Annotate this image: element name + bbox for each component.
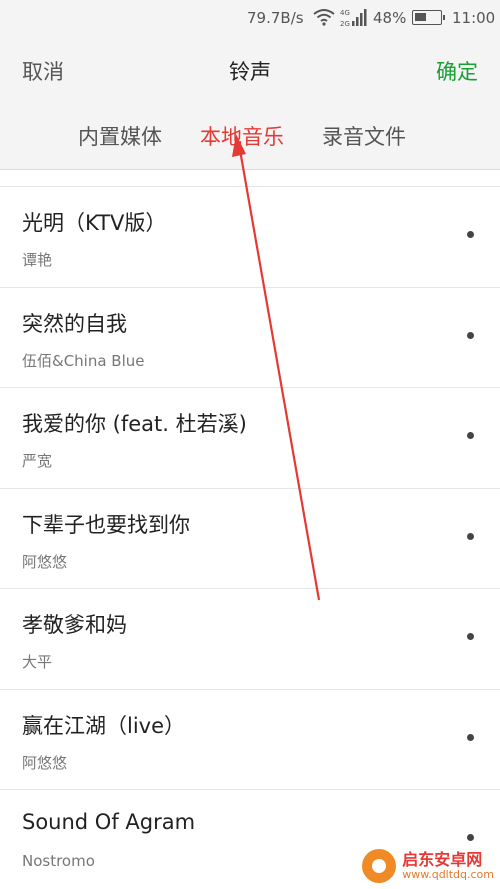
song-title: 赢在江湖（live） [22, 713, 186, 738]
watermark-url: www.qdltdq.com [402, 867, 494, 881]
list-item[interactable]: 突然的自我 伍佰&China Blue [0, 288, 500, 388]
song-artist: 严宽 [22, 452, 53, 470]
more-options-icon[interactable] [467, 231, 474, 238]
list-item[interactable]: 孝敬爹和妈 大平 [0, 589, 500, 690]
clock: 11:00 [452, 9, 496, 27]
battery-icon [412, 10, 445, 25]
watermark-logo-icon [362, 849, 397, 883]
song-list: 光明（KTV版） 谭艳 突然的自我 伍佰&China Blue 我爱的你 (fe… [0, 186, 500, 889]
more-options-icon[interactable] [467, 633, 474, 640]
song-artist: Nostromo [22, 852, 95, 870]
song-title: 下辈子也要找到你 [22, 512, 190, 537]
tab-built-in-media[interactable]: 内置媒体 [78, 121, 162, 151]
battery-fill [415, 13, 426, 21]
more-options-icon[interactable] [467, 532, 474, 540]
list-item[interactable]: 赢在江湖（live） 阿悠悠 [0, 690, 500, 790]
song-artist: 阿悠悠 [22, 552, 68, 571]
battery-percent: 48% [373, 9, 407, 27]
wifi-icon [313, 8, 335, 30]
list-item[interactable]: 我爱的你 (feat. 杜若溪) 严宽 [0, 388, 500, 489]
song-title: 孝敬爹和妈 [22, 613, 127, 637]
song-artist: 大平 [22, 653, 53, 671]
watermark: 启东安卓网 www.qdltdq.com [362, 849, 494, 883]
more-options-icon[interactable] [467, 331, 474, 339]
list-item[interactable]: 光明（KTV版） 谭艳 [0, 187, 500, 288]
watermark-name: 启东安卓网 [402, 850, 483, 870]
svg-text:2G: 2G [340, 20, 350, 28]
cellular-signal-icon: 4G 2G [340, 7, 370, 33]
status-bar: 79.7B/s 4G 2G 48% 11:00 [0, 0, 500, 36]
song-title: 突然的自我 [22, 311, 127, 336]
song-artist: 谭艳 [22, 251, 53, 269]
song-artist: 阿悠悠 [22, 753, 68, 772]
tab-recordings[interactable]: 录音文件 [322, 121, 406, 151]
page-title: 铃声 [229, 60, 271, 84]
header: 取消 铃声 确定 内置媒体 本地音乐 录音文件 [0, 36, 500, 170]
more-options-icon[interactable] [467, 432, 474, 439]
more-options-icon[interactable] [467, 733, 474, 741]
more-options-icon[interactable] [467, 834, 474, 841]
list-item[interactable]: 下辈子也要找到你 阿悠悠 [0, 489, 500, 589]
tab-local-music[interactable]: 本地音乐 [200, 121, 284, 151]
song-artist: 伍佰&China Blue [22, 351, 145, 370]
song-title: Sound Of Agram [22, 810, 196, 834]
network-speed: 79.7B/s [247, 9, 304, 27]
song-title: 光明（KTV版） [22, 211, 167, 235]
confirm-button[interactable]: 确定 [436, 56, 478, 86]
song-title: 我爱的你 (feat. 杜若溪) [22, 412, 247, 436]
svg-text:4G: 4G [340, 9, 350, 17]
